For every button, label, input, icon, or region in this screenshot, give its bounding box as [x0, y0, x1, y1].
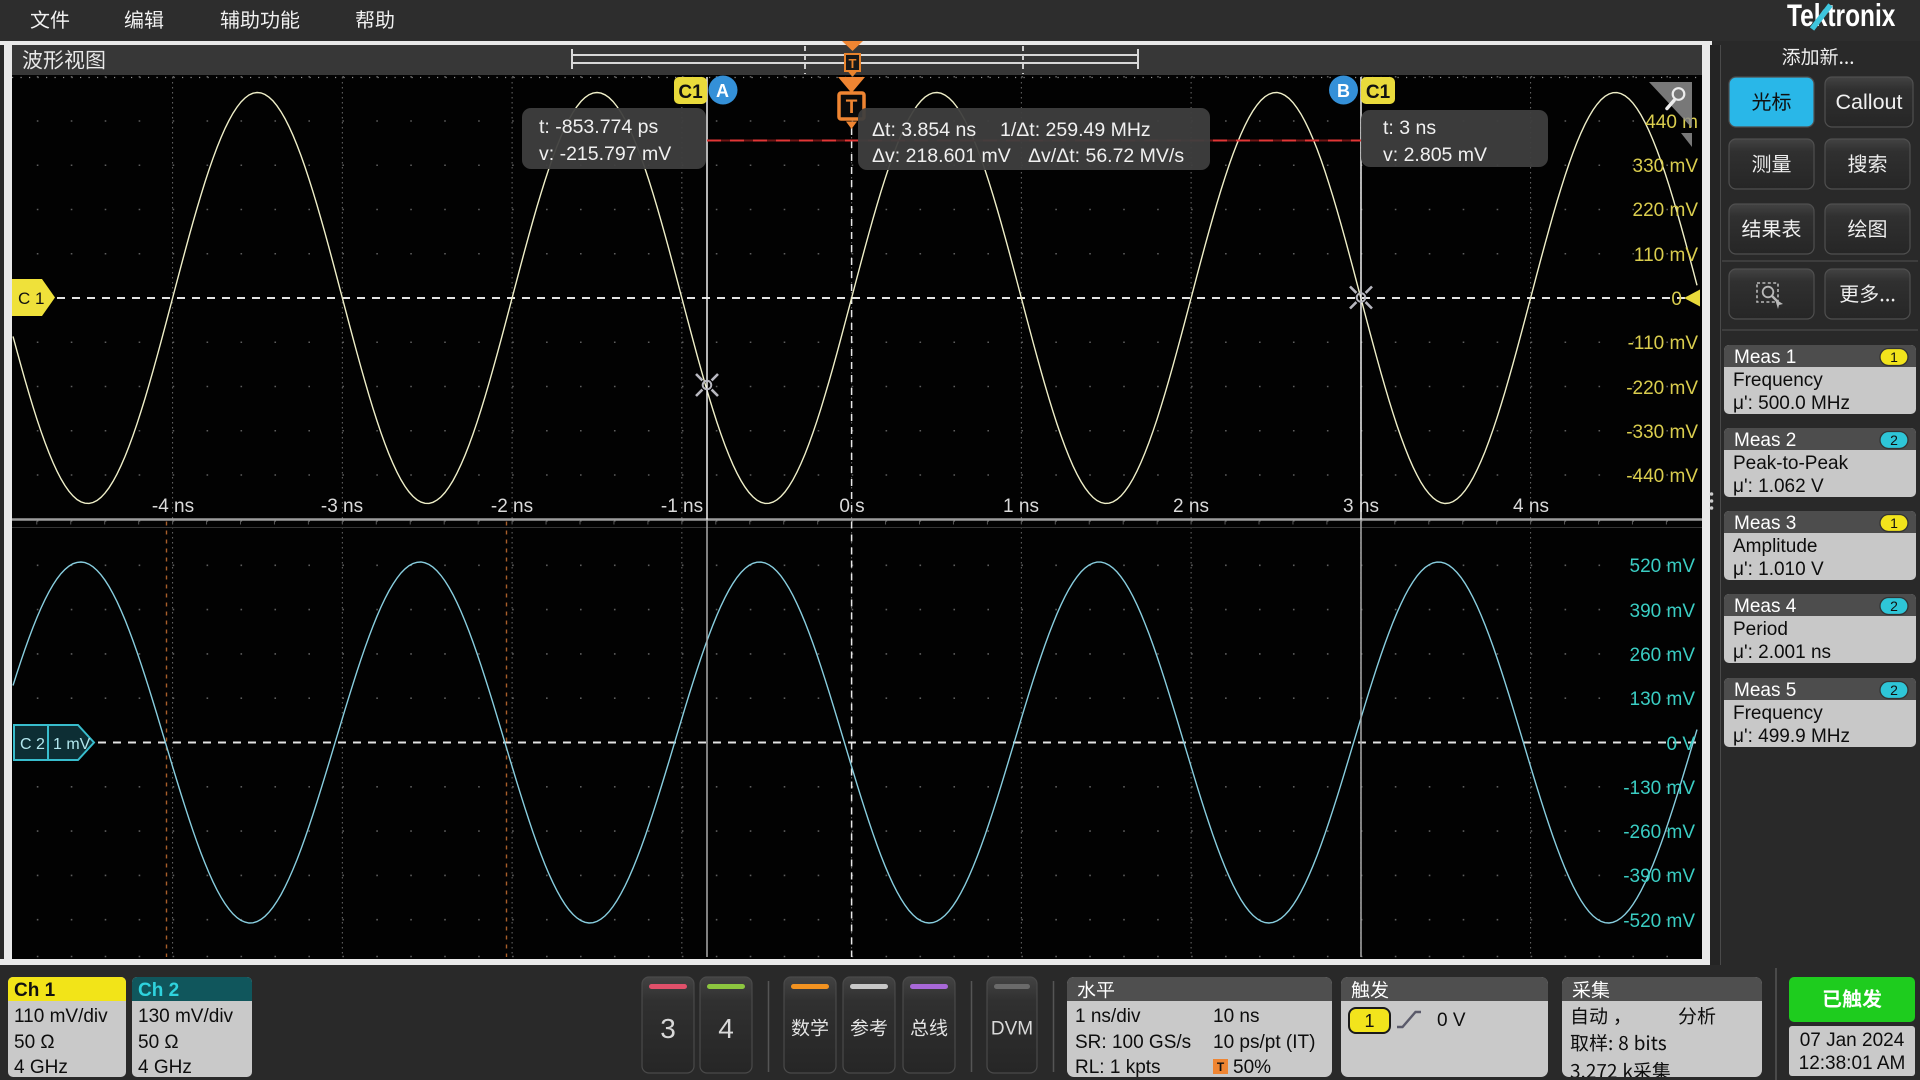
svg-text:-3 ns: -3 ns — [321, 496, 363, 517]
svg-text:Ch 2: Ch 2 — [138, 980, 179, 1001]
svg-text:μ': 500.0 MHz: μ': 500.0 MHz — [1733, 393, 1850, 414]
svg-text:220 mV: 220 mV — [1633, 200, 1699, 221]
svg-text:Peak-to-Peak: Peak-to-Peak — [1733, 453, 1849, 474]
svg-text:1 ns: 1 ns — [1003, 496, 1039, 517]
svg-text:50 Ω: 50 Ω — [138, 1032, 179, 1053]
svg-text:2: 2 — [1890, 432, 1898, 448]
svg-text:2: 2 — [1890, 598, 1898, 614]
svg-text:Callout: Callout — [1836, 90, 1903, 114]
svg-text:-2 ns: -2 ns — [491, 496, 533, 517]
svg-text:-110 mV: -110 mV — [1628, 333, 1699, 354]
svg-text:Meas 1: Meas 1 — [1734, 347, 1796, 368]
svg-text:07 Jan 2024: 07 Jan 2024 — [1800, 1030, 1905, 1051]
svg-text:DVM: DVM — [991, 1019, 1033, 1040]
svg-text:t: -853.774 ps: t: -853.774 ps — [539, 116, 658, 138]
svg-text:μ': 1.062 V: μ': 1.062 V — [1733, 476, 1824, 497]
svg-text:1: 1 — [1890, 349, 1898, 365]
svg-text:390 mV: 390 mV — [1630, 601, 1696, 622]
svg-text:Δv/Δt: 56.72 MV/s: Δv/Δt: 56.72 MV/s — [1028, 145, 1184, 167]
svg-text:Period: Period — [1733, 619, 1788, 640]
svg-text:4 GHz: 4 GHz — [138, 1057, 192, 1078]
svg-text:10 ns: 10 ns — [1213, 1006, 1259, 1027]
svg-text:C1: C1 — [1366, 82, 1391, 103]
svg-text:v: -215.797 mV: v: -215.797 mV — [539, 143, 671, 165]
svg-text:-130 mV: -130 mV — [1623, 778, 1695, 799]
svg-text:μ': 499.9 MHz: μ': 499.9 MHz — [1733, 726, 1850, 747]
svg-text:0 V: 0 V — [1437, 1010, 1466, 1031]
svg-text:Amplitude: Amplitude — [1733, 536, 1818, 557]
svg-text:130 mV/div: 130 mV/div — [138, 1006, 234, 1027]
svg-text:130 mV: 130 mV — [1630, 689, 1696, 710]
svg-text:-260 mV: -260 mV — [1623, 822, 1695, 843]
svg-text:T: T — [849, 56, 857, 71]
svg-text:μ': 2.001 ns: μ': 2.001 ns — [1733, 642, 1831, 663]
svg-text:μ': 1.010 V: μ': 1.010 V — [1733, 559, 1824, 580]
svg-text:4 GHz: 4 GHz — [14, 1057, 68, 1078]
svg-text:T: T — [846, 97, 858, 118]
svg-text:Meas 4: Meas 4 — [1734, 596, 1797, 617]
svg-text:Δv: 218.601 mV: Δv: 218.601 mV — [872, 145, 1011, 167]
svg-text:T: T — [1217, 1060, 1225, 1074]
svg-text:-390 mV: -390 mV — [1623, 866, 1695, 887]
svg-text:12:38:01 AM: 12:38:01 AM — [1799, 1053, 1906, 1074]
svg-text:RL: 1 kpts: RL: 1 kpts — [1075, 1057, 1161, 1078]
svg-text:B: B — [1337, 81, 1350, 101]
svg-text:3: 3 — [660, 1013, 676, 1044]
svg-text:1: 1 — [1890, 515, 1898, 531]
svg-text:1 ns/div: 1 ns/div — [1075, 1006, 1141, 1027]
svg-text:-520 mV: -520 mV — [1623, 911, 1695, 932]
svg-text:110 mV: 110 mV — [1634, 245, 1698, 266]
svg-text:Meas 3: Meas 3 — [1734, 513, 1796, 534]
svg-text:110 mV/div: 110 mV/div — [14, 1006, 108, 1027]
svg-text:SR: 100 GS/s: SR: 100 GS/s — [1075, 1032, 1191, 1053]
svg-text:1 mV: 1 mV — [53, 736, 91, 753]
svg-text:0 s: 0 s — [839, 496, 864, 517]
svg-text:-4 ns: -4 ns — [152, 496, 194, 517]
svg-text:Frequency: Frequency — [1733, 370, 1823, 391]
svg-text:-330 mV: -330 mV — [1626, 422, 1698, 443]
svg-text:Frequency: Frequency — [1733, 703, 1823, 724]
svg-text:1: 1 — [1364, 1011, 1374, 1031]
svg-text:50 Ω: 50 Ω — [14, 1032, 55, 1053]
svg-text:-440 mV: -440 mV — [1626, 466, 1698, 487]
svg-text:2: 2 — [1890, 682, 1898, 698]
svg-text:Meas 5: Meas 5 — [1734, 680, 1796, 701]
svg-text:330 mV: 330 mV — [1633, 156, 1699, 177]
svg-text:2 ns: 2 ns — [1173, 496, 1209, 517]
svg-text:0 V: 0 V — [1666, 734, 1695, 755]
svg-text:v: 2.805 mV: v: 2.805 mV — [1383, 144, 1487, 166]
svg-text:0: 0 — [1671, 289, 1682, 310]
svg-text:t: 3 ns: t: 3 ns — [1383, 117, 1436, 139]
svg-text:4: 4 — [718, 1013, 734, 1044]
svg-text:A: A — [716, 81, 729, 101]
svg-text:Ch 1: Ch 1 — [14, 980, 56, 1001]
svg-text:260 mV: 260 mV — [1630, 645, 1696, 666]
svg-text:1/Δt: 259.49 MHz: 1/Δt: 259.49 MHz — [1000, 119, 1151, 141]
svg-text:C 1: C 1 — [18, 289, 44, 308]
svg-text:4 ns: 4 ns — [1513, 496, 1549, 517]
svg-text:Meas 2: Meas 2 — [1734, 430, 1796, 451]
svg-text:10 ps/pt (IT): 10 ps/pt (IT) — [1213, 1032, 1315, 1053]
svg-text:50%: 50% — [1233, 1057, 1271, 1078]
svg-text:-1 ns: -1 ns — [661, 496, 703, 517]
svg-text:-220 mV: -220 mV — [1626, 378, 1698, 399]
svg-text:C 2: C 2 — [20, 736, 45, 753]
svg-text:3 ns: 3 ns — [1343, 496, 1379, 517]
svg-text:C1: C1 — [678, 82, 703, 103]
svg-text:520 mV: 520 mV — [1630, 556, 1696, 577]
svg-text:Δt: 3.854 ns: Δt: 3.854 ns — [872, 119, 976, 141]
svg-text:Tektronix: Tektronix — [1787, 0, 1896, 34]
